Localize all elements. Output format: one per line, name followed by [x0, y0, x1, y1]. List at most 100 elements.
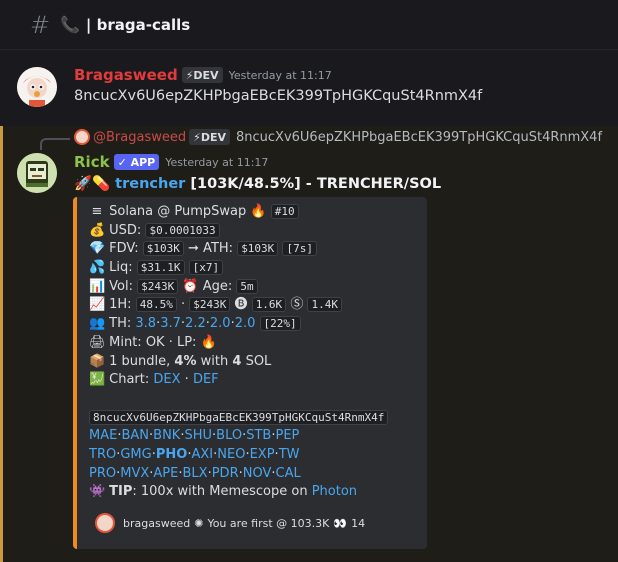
- package-icon: 📦: [89, 353, 106, 369]
- bundle-text: with: [200, 353, 229, 369]
- bot-link[interactable]: BNK: [153, 428, 180, 443]
- bot-link[interactable]: NEO: [217, 447, 245, 462]
- bot-link[interactable]: MVX: [120, 466, 149, 481]
- contract-address[interactable]: 8ncucXv6U6epZKHPbgaEBcEK399TpHGKCquSt4Rn…: [89, 409, 389, 425]
- avatar[interactable]: [17, 67, 57, 107]
- alarm-clock-icon: ⏰: [182, 278, 199, 294]
- bot-link[interactable]: GMG: [120, 447, 151, 462]
- tip-text: : 100x with Memescope on: [132, 484, 308, 500]
- footer-avatar-icon: [95, 513, 115, 533]
- message-content: 8ncucXv6U6epZKHPbgaEBcEK399TpHGKCquSt4Rn…: [74, 88, 483, 104]
- bot-link[interactable]: SHU: [184, 428, 212, 443]
- bot-link[interactable]: PHO: [156, 447, 187, 462]
- trend-up-icon: 📈: [89, 297, 106, 313]
- h1-sep: ·: [180, 297, 186, 313]
- bundle-text: SOL: [245, 353, 272, 369]
- yen-chart-icon: 💹: [89, 372, 106, 388]
- fdv-label: FDV:: [109, 241, 139, 257]
- liq-label: Liq:: [109, 260, 133, 276]
- bot-link[interactable]: NOV: [243, 466, 272, 481]
- bot-link[interactable]: STB: [246, 428, 271, 443]
- th-value[interactable]: 3.7: [160, 316, 181, 331]
- vol-label: Vol:: [109, 278, 133, 294]
- age-label: Age:: [202, 278, 233, 294]
- bot-link[interactable]: TW: [279, 447, 300, 462]
- age-value: 5m: [236, 278, 258, 294]
- h1-pct: 48.5%: [135, 297, 177, 313]
- reply-mention[interactable]: @Bragasweed: [93, 130, 186, 145]
- ghost-icon: 👾: [89, 484, 106, 500]
- ath-label: ➞ ATH:: [188, 241, 234, 257]
- th-total: [22%]: [259, 316, 301, 332]
- bot-links-row-1: MAE·BAN·BNK·SHU·BLO·STB·PEP: [89, 428, 300, 444]
- bundle-pct: 4%: [174, 353, 197, 369]
- channel-name: | braga-calls: [85, 15, 191, 34]
- bot-links-row-2: TRO·GMG·PHO·AXI·NEO·EXP·TW: [89, 446, 300, 462]
- mint-status: Mint: OK · LP:: [109, 334, 197, 350]
- reply-preview[interactable]: @Bragasweed ⚡DEV 8ncucXv6U6epZKHPbgaEBcE…: [74, 129, 602, 145]
- token-link[interactable]: trencher: [115, 176, 185, 192]
- rocket-pill-icon: 🚀💊: [74, 176, 111, 192]
- h1-vol: $243K: [189, 297, 231, 313]
- bot-link[interactable]: BLX: [183, 466, 208, 481]
- h1-label: 1H:: [109, 297, 132, 313]
- reply-dev-badge: ⚡DEV: [189, 129, 230, 145]
- h1-buys: 1.6K: [251, 297, 287, 313]
- th-value[interactable]: 3.8: [135, 316, 156, 331]
- fire-icon: 🔥: [250, 204, 267, 219]
- bot-link[interactable]: BAN: [121, 428, 149, 443]
- tip-label: TIP: [109, 484, 133, 500]
- photon-link[interactable]: Photon: [312, 484, 357, 499]
- th-value[interactable]: 2.0: [210, 316, 231, 331]
- footer-count: 14: [351, 516, 366, 530]
- channel-header: # 📞 | braga-calls: [0, 0, 618, 50]
- droplets-icon: 💦: [89, 260, 106, 276]
- rick-avatar-icon: [17, 153, 57, 193]
- liq-value: $31.1K: [136, 260, 185, 276]
- th-label: TH:: [109, 316, 132, 332]
- usd-value: $0.0001033: [145, 222, 220, 238]
- timestamp: Yesterday at 11:17: [228, 68, 332, 82]
- bot-links-row-3: PRO·MVX·APE·BLX·PDR·NOV·CAL: [89, 465, 301, 481]
- chart-label: Chart:: [109, 372, 150, 388]
- holders-icon: 👥: [89, 316, 106, 332]
- bot-link[interactable]: EXP: [250, 447, 275, 462]
- rick-avatar[interactable]: [17, 153, 57, 193]
- chart-link-def[interactable]: DEF: [193, 372, 219, 387]
- bot-link[interactable]: TRO: [89, 447, 116, 462]
- token-embed: ≡ Solana @ PumpSwap 🔥 #10 💰 USD: $0.0001…: [73, 197, 427, 549]
- bot-link[interactable]: PEP: [276, 428, 300, 443]
- bot-link[interactable]: BLO: [216, 428, 242, 443]
- chart-link-dex[interactable]: DEX: [153, 372, 180, 387]
- bundle-text: 1 bundle,: [109, 353, 171, 369]
- ath-value: $103K: [237, 241, 279, 257]
- bar-chart-icon: 📊: [89, 278, 106, 294]
- bot-link[interactable]: MAE: [89, 428, 117, 443]
- bundle-sol: 4: [232, 353, 242, 369]
- bragasweed-avatar-icon: [17, 67, 57, 107]
- th-value[interactable]: 2.0: [235, 316, 256, 331]
- bot-link[interactable]: CAL: [276, 466, 301, 481]
- timestamp: Yesterday at 11:17: [165, 155, 269, 169]
- eyes-icon: 👀: [333, 516, 348, 530]
- rank-code: #10: [270, 204, 299, 219]
- bot-link[interactable]: PRO: [89, 466, 116, 481]
- th-value[interactable]: 2.2: [185, 316, 206, 331]
- username[interactable]: Bragasweed: [74, 66, 178, 84]
- highlight-bar: [0, 126, 3, 562]
- bot-link[interactable]: PDR: [212, 466, 239, 481]
- bot-link[interactable]: AXI: [191, 447, 213, 462]
- username[interactable]: Rick: [74, 153, 110, 171]
- diamond-icon: 💎: [89, 241, 106, 257]
- title-rest: [103K/48.5%] - TRENCHER/SOL: [190, 176, 442, 192]
- footer-text: You are first @ 103.3K: [207, 516, 330, 530]
- bot-link[interactable]: APE: [153, 466, 178, 481]
- money-bag-icon: 💰: [89, 222, 106, 238]
- printer-icon: 🖨: [89, 334, 106, 350]
- reply-avatar-icon: [74, 129, 90, 145]
- h1-sells: 1.4K: [307, 297, 342, 313]
- message-bragasweed: Bragasweed ⚡DEV Yesterday at 11:17 8ncuc…: [0, 50, 618, 126]
- hash-icon: #: [30, 10, 51, 39]
- solana-icon: ≡: [91, 204, 103, 219]
- footer-user: bragasweed: [123, 516, 191, 530]
